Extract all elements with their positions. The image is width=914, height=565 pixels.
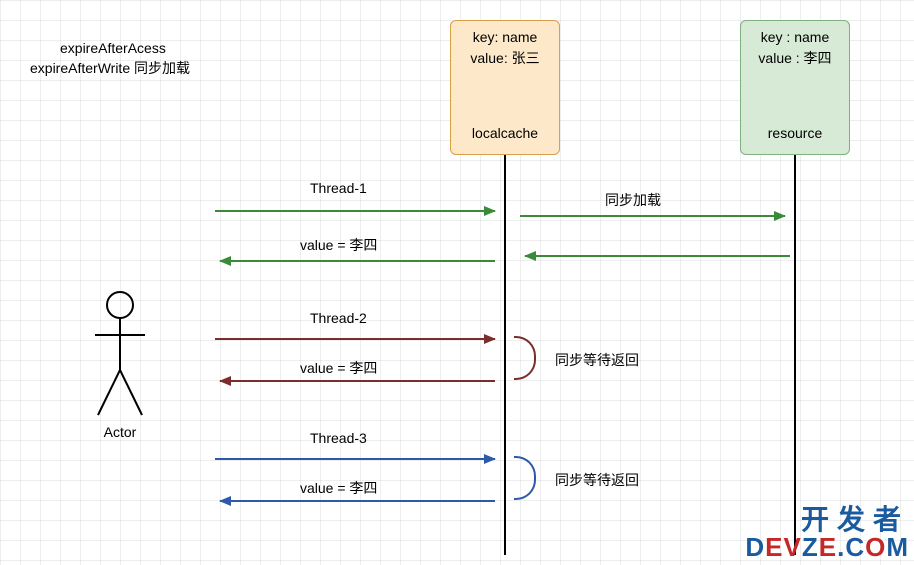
thread2-req-label: Thread-2 xyxy=(310,310,367,326)
title-line2: expireAfterWrite 同步加载 xyxy=(30,58,190,78)
title-line1: expireAfterAcess xyxy=(60,40,166,56)
watermark-line2: DEVZE.COM xyxy=(745,534,909,560)
sync-load-arrow xyxy=(520,215,785,217)
actor-label: Actor xyxy=(80,424,160,440)
thread3-req-arrow xyxy=(215,458,495,460)
resource-name: resource xyxy=(741,123,849,144)
thread3-resp-arrow xyxy=(220,500,495,502)
thread2-wait-label: 同步等待返回 xyxy=(555,350,639,370)
actor: Actor xyxy=(80,290,160,440)
thread3-resp-label: value = 李四 xyxy=(300,478,377,498)
thread3-wait-bracket xyxy=(514,456,536,500)
actor-icon xyxy=(90,290,150,420)
localcache-box: key: name value: 张三 localcache xyxy=(450,20,560,155)
thread1-req-arrow xyxy=(215,210,495,212)
localcache-lifeline xyxy=(504,155,506,555)
watermark: 开发者 DEVZE.COM xyxy=(745,506,909,560)
thread2-resp-label: value = 李四 xyxy=(300,358,377,378)
thread2-wait-bracket xyxy=(514,336,536,380)
resource-box: key : name value : 李四 resource xyxy=(740,20,850,155)
resource-lifeline xyxy=(794,155,796,555)
localcache-key: key: name xyxy=(457,27,553,48)
resource-value: value : 李四 xyxy=(747,48,843,69)
thread1-resp-label: value = 李四 xyxy=(300,235,377,255)
resource-return-arrow xyxy=(525,255,790,257)
thread1-req-label: Thread-1 xyxy=(310,180,367,196)
thread2-resp-arrow xyxy=(220,380,495,382)
resource-key: key : name xyxy=(747,27,843,48)
thread2-req-arrow xyxy=(215,338,495,340)
sync-load-label: 同步加载 xyxy=(605,190,661,210)
localcache-value: value: 张三 xyxy=(457,48,553,69)
thread3-wait-label: 同步等待返回 xyxy=(555,470,639,490)
thread3-req-label: Thread-3 xyxy=(310,430,367,446)
thread1-resp-arrow xyxy=(220,260,495,262)
watermark-line1: 开发者 xyxy=(745,506,909,534)
localcache-name: localcache xyxy=(451,123,559,144)
